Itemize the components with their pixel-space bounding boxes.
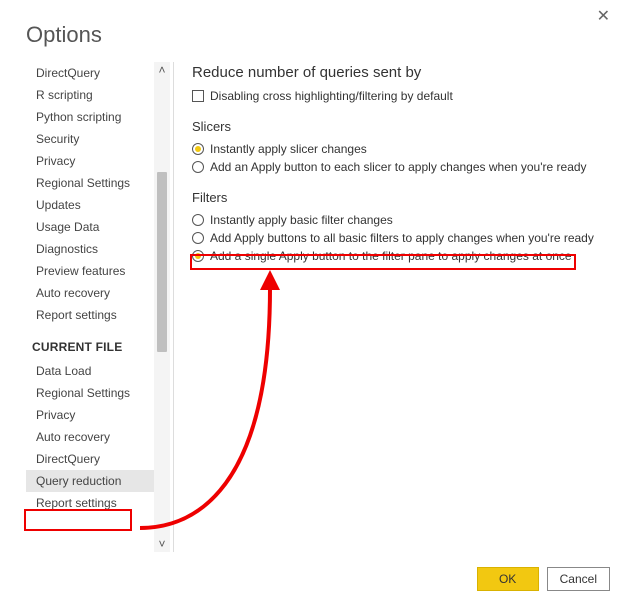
sidebar-item-usage-data[interactable]: Usage Data — [26, 216, 154, 238]
radio-icon — [192, 250, 204, 262]
sidebar-item-directquery-file[interactable]: DirectQuery — [26, 448, 154, 470]
sidebar-section-current-file: CURRENT FILE — [26, 326, 154, 360]
sidebar-item-regional-settings[interactable]: Regional Settings — [26, 172, 154, 194]
sidebar-item-auto-recovery-file[interactable]: Auto recovery — [26, 426, 154, 448]
close-icon: ✕ — [597, 8, 610, 25]
radio-label: Add Apply buttons to all basic filters t… — [210, 231, 594, 245]
sidebar-item-privacy-file[interactable]: Privacy — [26, 404, 154, 426]
radio-label: Instantly apply slicer changes — [210, 142, 367, 156]
sidebar-item-diagnostics[interactable]: Diagnostics — [26, 238, 154, 260]
sidebar-item-directquery[interactable]: DirectQuery — [26, 62, 154, 84]
ok-button[interactable]: OK — [477, 567, 539, 591]
sidebar-item-data-load[interactable]: Data Load — [26, 360, 154, 382]
radio-filter-apply-single[interactable]: Add a single Apply button to the filter … — [192, 247, 608, 265]
cancel-button[interactable]: Cancel — [547, 567, 610, 591]
close-button[interactable]: ✕ — [597, 6, 610, 26]
sidebar-item-report-settings[interactable]: Report settings — [26, 304, 154, 326]
sidebar-scrollbar[interactable]: ˄ ˅ — [154, 62, 170, 552]
radio-filter-instant[interactable]: Instantly apply basic filter changes — [192, 211, 608, 229]
chevron-up-icon: ˄ — [158, 63, 165, 77]
dialog-body: DirectQuery R scripting Python scripting… — [0, 62, 624, 552]
sidebar-item-preview-features[interactable]: Preview features — [26, 260, 154, 282]
dialog-footer: OK Cancel — [477, 567, 610, 591]
scroll-down-button[interactable]: ˅ — [154, 536, 170, 552]
chevron-down-icon: ˅ — [158, 537, 165, 551]
sidebar-list: DirectQuery R scripting Python scripting… — [26, 62, 154, 552]
radio-slicer-apply[interactable]: Add an Apply button to each slicer to ap… — [192, 158, 608, 176]
checkbox-label: Disabling cross highlighting/filtering b… — [210, 89, 453, 103]
section-title-slicers: Slicers — [192, 119, 608, 134]
sidebar-item-security[interactable]: Security — [26, 128, 154, 150]
dialog-title: Options — [0, 0, 624, 62]
radio-label: Add an Apply button to each slicer to ap… — [210, 160, 587, 174]
checkbox-cross-highlight[interactable]: Disabling cross highlighting/filtering b… — [192, 87, 608, 105]
radio-slicer-instant[interactable]: Instantly apply slicer changes — [192, 140, 608, 158]
sidebar-item-privacy[interactable]: Privacy — [26, 150, 154, 172]
sidebar-item-r-scripting[interactable]: R scripting — [26, 84, 154, 106]
sidebar-item-python-scripting[interactable]: Python scripting — [26, 106, 154, 128]
sidebar-item-regional-settings-file[interactable]: Regional Settings — [26, 382, 154, 404]
scroll-up-button[interactable]: ˄ — [154, 62, 170, 78]
radio-filter-apply-each[interactable]: Add Apply buttons to all basic filters t… — [192, 229, 608, 247]
content-pane: Reduce number of queries sent by Disabli… — [174, 62, 624, 552]
sidebar-item-query-reduction[interactable]: Query reduction — [26, 470, 154, 492]
radio-label: Instantly apply basic filter changes — [210, 213, 393, 227]
checkbox-icon — [192, 90, 204, 102]
radio-icon — [192, 143, 204, 155]
radio-icon — [192, 232, 204, 244]
sidebar-item-updates[interactable]: Updates — [26, 194, 154, 216]
sidebar-item-auto-recovery[interactable]: Auto recovery — [26, 282, 154, 304]
scroll-thumb[interactable] — [157, 172, 167, 352]
section-title-reduce: Reduce number of queries sent by — [192, 64, 608, 81]
radio-icon — [192, 214, 204, 226]
sidebar-item-report-settings-file[interactable]: Report settings — [26, 492, 154, 514]
radio-label: Add a single Apply button to the filter … — [210, 249, 572, 263]
sidebar: DirectQuery R scripting Python scripting… — [26, 62, 174, 552]
radio-icon — [192, 161, 204, 173]
section-title-filters: Filters — [192, 190, 608, 205]
